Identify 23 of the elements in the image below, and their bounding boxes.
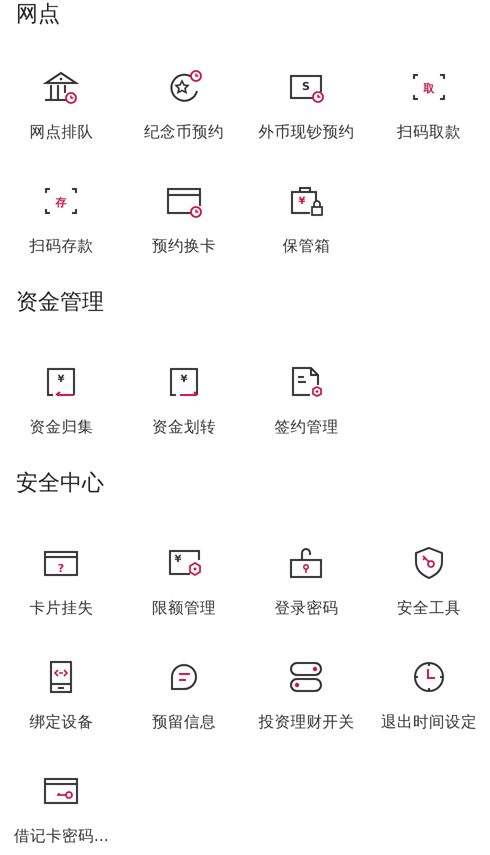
menu-item[interactable]: 投资理财开关 bbox=[258, 711, 354, 733]
menu-item[interactable]: 限额管理 bbox=[152, 597, 216, 619]
section-title: 安全中心 bbox=[16, 470, 105, 498]
menu-item[interactable]: 卡片挂失 bbox=[29, 597, 94, 619]
menu-item[interactable]: 网点排队 bbox=[29, 121, 94, 143]
menu-item[interactable]: 保管箱 bbox=[282, 235, 330, 257]
menu-item[interactable]: 签约管理 bbox=[274, 416, 338, 438]
menu-item[interactable]: 退出时间设定 bbox=[380, 711, 477, 733]
menu-item[interactable]: 外币现钞预约 bbox=[258, 121, 354, 143]
menu-item[interactable]: 资金划转 bbox=[152, 416, 216, 438]
menu-item[interactable]: 借记卡密码... bbox=[14, 825, 109, 847]
menu-item[interactable]: 预约换卡 bbox=[152, 235, 216, 257]
menu-item[interactable]: 预留信息 bbox=[152, 711, 216, 733]
menu-item[interactable]: 扫码存款 bbox=[29, 235, 94, 257]
menu-item[interactable]: 绑定设备 bbox=[29, 711, 94, 733]
bank-icon[interactable] bbox=[41, 69, 82, 105]
menu-item[interactable]: 纪念币预约 bbox=[144, 121, 224, 143]
section-title: 网点 bbox=[16, 1, 61, 29]
menu-item[interactable]: 扫码取款 bbox=[396, 121, 461, 143]
menu-item[interactable]: 资金归集 bbox=[29, 416, 94, 438]
menu-item[interactable]: 安全工具 bbox=[396, 597, 461, 619]
menu-item[interactable]: 登录密码 bbox=[274, 597, 338, 619]
section-title: 资金管理 bbox=[16, 289, 105, 317]
